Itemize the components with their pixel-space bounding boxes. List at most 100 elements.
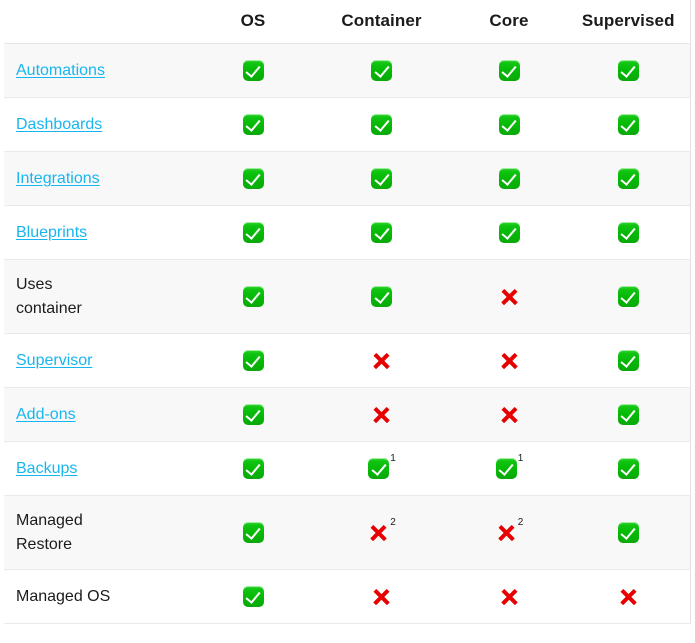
feature-name-cell: Managed OS bbox=[4, 569, 194, 624]
support-mark bbox=[242, 168, 264, 189]
support-mark bbox=[371, 586, 392, 607]
check-mark-button-icon bbox=[617, 350, 639, 371]
support-cell-os bbox=[194, 387, 312, 442]
support-mark bbox=[617, 350, 639, 371]
check-mark-button-icon bbox=[617, 458, 639, 479]
support-cell-supervised bbox=[567, 569, 690, 624]
table-row: Integrations bbox=[4, 151, 690, 206]
feature-link-backups[interactable]: Backups bbox=[16, 460, 77, 477]
table-row: Backups 1 1 bbox=[4, 441, 690, 496]
support-mark bbox=[242, 586, 264, 607]
feature-label: Managed OS bbox=[16, 587, 111, 605]
check-mark-button-icon bbox=[371, 286, 392, 307]
support-mark bbox=[617, 522, 639, 543]
support-mark bbox=[242, 404, 264, 425]
check-mark-button-icon bbox=[617, 522, 639, 543]
check-mark-button-icon bbox=[242, 222, 264, 243]
support-cell-container: 2 bbox=[312, 495, 451, 570]
check-mark-button-icon bbox=[242, 286, 264, 307]
support-cell-os bbox=[194, 205, 312, 260]
support-mark bbox=[242, 114, 264, 135]
column-header-feature bbox=[4, 0, 194, 44]
support-cell-core bbox=[451, 151, 567, 206]
page-root: OS Container Core Supervised Automations… bbox=[0, 0, 695, 643]
table-body: Automations Dashboards Integrations Bluepri… bbox=[4, 43, 690, 624]
table-row: Add-ons bbox=[4, 387, 690, 442]
check-mark-button-icon bbox=[242, 168, 264, 189]
support-cell-container bbox=[312, 205, 451, 260]
feature-link-supervisor[interactable]: Supervisor bbox=[16, 352, 92, 369]
support-mark bbox=[371, 168, 392, 189]
support-cell-container bbox=[312, 387, 451, 442]
feature-name-cell: Dashboards bbox=[4, 97, 194, 152]
check-mark-button-icon bbox=[617, 60, 639, 81]
feature-name-cell: Supervisor bbox=[4, 333, 194, 388]
feature-link-dashboards[interactable]: Dashboards bbox=[16, 116, 102, 133]
table-row: Uses container bbox=[4, 259, 690, 334]
support-mark bbox=[242, 522, 264, 543]
support-mark bbox=[498, 168, 520, 189]
table-row: Dashboards bbox=[4, 97, 690, 152]
footnote-marker: 1 bbox=[390, 452, 396, 464]
support-cell-core: 1 bbox=[451, 441, 567, 496]
support-mark bbox=[498, 222, 520, 243]
feature-label-line-1: Uses bbox=[16, 276, 53, 294]
footnote-marker: 2 bbox=[517, 516, 524, 528]
check-mark-button-icon bbox=[242, 350, 264, 371]
support-cell-supervised bbox=[567, 151, 690, 206]
check-mark-button-icon bbox=[371, 114, 392, 135]
support-cell-core bbox=[451, 97, 567, 152]
support-cell-core bbox=[451, 333, 567, 388]
check-mark-button-icon bbox=[242, 522, 264, 543]
support-cell-supervised bbox=[567, 259, 690, 334]
support-mark: 2 bbox=[496, 517, 524, 543]
check-mark-button-icon bbox=[498, 222, 520, 243]
support-mark bbox=[371, 286, 392, 307]
feature-link-add-ons[interactable]: Add-ons bbox=[16, 406, 76, 423]
support-cell-supervised bbox=[567, 333, 690, 388]
feature-name-cell: Add-ons bbox=[4, 387, 194, 442]
check-mark-button-icon bbox=[617, 222, 639, 243]
cross-mark-icon bbox=[496, 522, 517, 543]
support-cell-container bbox=[312, 569, 451, 624]
feature-link-blueprints[interactable]: Blueprints bbox=[16, 224, 87, 241]
feature-label-line-2: container bbox=[16, 299, 82, 317]
check-mark-button-icon bbox=[242, 60, 264, 81]
support-cell-core bbox=[451, 259, 567, 334]
footnote-marker: 2 bbox=[390, 516, 396, 528]
cross-mark-icon bbox=[371, 586, 392, 607]
cross-mark-icon bbox=[371, 350, 392, 371]
cross-mark-icon bbox=[499, 404, 520, 425]
support-cell-os bbox=[194, 151, 312, 206]
support-cell-container bbox=[312, 259, 451, 334]
support-cell-os bbox=[194, 97, 312, 152]
support-cell-core bbox=[451, 387, 567, 442]
support-mark bbox=[617, 286, 639, 307]
support-mark bbox=[499, 350, 520, 371]
column-header-supervised: Supervised bbox=[567, 0, 690, 44]
check-mark-button-icon bbox=[242, 404, 264, 425]
support-mark bbox=[617, 404, 639, 425]
feature-name-cell: Blueprints bbox=[4, 205, 194, 260]
check-mark-button-icon bbox=[617, 404, 639, 425]
support-cell-os bbox=[194, 569, 312, 624]
check-mark-button-icon bbox=[371, 168, 392, 189]
check-mark-button-icon bbox=[617, 168, 639, 189]
feature-link-integrations[interactable]: Integrations bbox=[16, 170, 100, 187]
support-mark bbox=[618, 586, 639, 607]
feature-name-cell: Automations bbox=[4, 43, 194, 98]
check-mark-button-icon bbox=[498, 60, 520, 81]
table-header-row: OS Container Core Supervised bbox=[4, 0, 690, 44]
check-mark-button-icon bbox=[495, 458, 517, 479]
check-mark-button-icon bbox=[498, 168, 520, 189]
feature-link-automations[interactable]: Automations bbox=[16, 62, 105, 79]
check-mark-button-icon bbox=[242, 114, 264, 135]
column-header-container: Container bbox=[312, 0, 451, 44]
table-row: Blueprints bbox=[4, 205, 690, 260]
cross-mark-icon bbox=[499, 586, 520, 607]
installation-method-comparison-table: OS Container Core Supervised Automations… bbox=[4, 0, 691, 624]
table-row: Automations bbox=[4, 43, 690, 98]
support-cell-supervised bbox=[567, 43, 690, 98]
feature-name-cell: Uses container bbox=[4, 259, 194, 334]
footnote-marker: 1 bbox=[517, 452, 524, 464]
